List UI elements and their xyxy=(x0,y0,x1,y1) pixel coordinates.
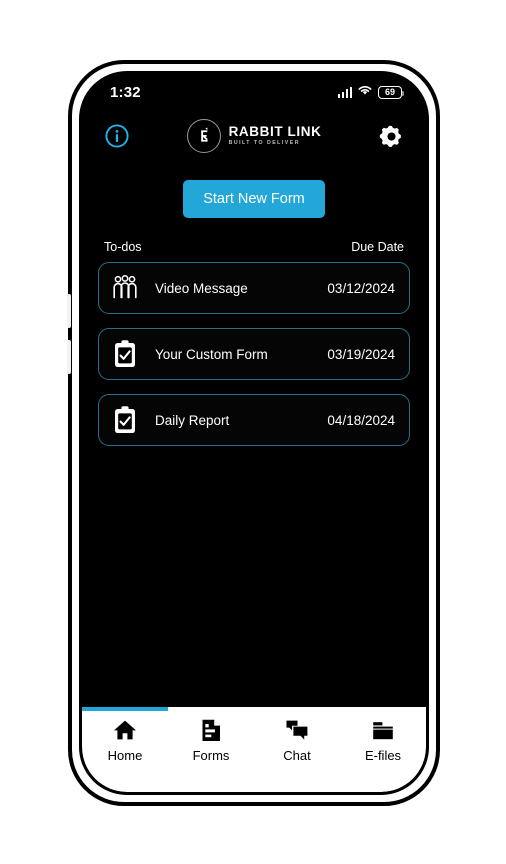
chat-bubbles-icon xyxy=(284,717,310,743)
status-time: 1:32 xyxy=(110,83,141,101)
rabbit-monogram-icon xyxy=(186,119,221,153)
phone-frame: 1:32 69 RABBIT LINK BUILT TO DELIVER Sta… xyxy=(67,60,440,806)
todo-due-date: 03/19/2024 xyxy=(327,346,395,362)
clipboard-check-icon xyxy=(109,404,141,436)
tab-home[interactable]: Home xyxy=(82,717,168,763)
tab-label-home: Home xyxy=(107,748,143,763)
due-date-column-header: Due Date xyxy=(351,240,404,254)
todo-title: Your Custom Form xyxy=(155,346,268,362)
brand-logo: RABBIT LINK BUILT TO DELIVER xyxy=(186,119,322,153)
todo-title: Daily Report xyxy=(155,412,230,428)
active-tab-indicator xyxy=(82,707,168,711)
brand-text: RABBIT LINK BUILT TO DELIVER xyxy=(229,125,322,146)
cellular-signal-icon xyxy=(337,86,352,98)
start-new-form-button[interactable]: Start New Form xyxy=(183,180,325,218)
brand-name: RABBIT LINK xyxy=(228,124,322,140)
status-indicators: 69 xyxy=(337,83,405,101)
todos-column-header: To-dos xyxy=(104,240,142,254)
document-icon xyxy=(199,717,223,743)
volume-up-button[interactable] xyxy=(67,294,71,328)
app-screen: 1:32 69 RABBIT LINK BUILT TO DELIVER Sta… xyxy=(82,74,426,792)
battery-indicator: 69 xyxy=(378,85,405,99)
folder-icon xyxy=(370,717,396,743)
battery-level: 69 xyxy=(384,86,395,97)
main-content: Start New Form To-dos Due Date Video Mes… xyxy=(82,162,426,704)
todo-item[interactable]: Video Message 03/12/2024 xyxy=(98,262,410,314)
screenshot-canvas: 1:32 69 RABBIT LINK BUILT TO DELIVER Sta… xyxy=(0,0,506,864)
todo-title: Video Message xyxy=(155,280,248,296)
todo-item[interactable]: Your Custom Form 03/19/2024 xyxy=(98,328,410,380)
start-new-form-wrap: Start New Form xyxy=(98,180,410,218)
tab-label-efiles: E-files xyxy=(364,748,402,763)
gear-icon[interactable] xyxy=(376,121,406,151)
app-header: RABBIT LINK BUILT TO DELIVER xyxy=(82,110,426,162)
tab-efiles[interactable]: E-files xyxy=(340,717,426,763)
wifi-icon xyxy=(357,83,373,101)
status-bar: 1:32 69 xyxy=(82,74,426,110)
todo-due-date: 03/12/2024 xyxy=(327,280,395,296)
brand-tagline: BUILT TO DELIVER xyxy=(228,140,300,147)
todo-list-header: To-dos Due Date xyxy=(104,240,404,254)
todo-item[interactable]: Daily Report 04/18/2024 xyxy=(98,394,410,446)
phone-bezel: 1:32 69 RABBIT LINK BUILT TO DELIVER Sta… xyxy=(79,71,429,795)
people-group-icon xyxy=(109,272,141,304)
tab-chat[interactable]: Chat xyxy=(254,717,340,763)
clipboard-check-icon xyxy=(109,338,141,370)
tab-label-forms: Forms xyxy=(192,748,230,763)
todo-due-date: 04/18/2024 xyxy=(327,412,395,428)
home-icon xyxy=(112,717,138,743)
info-circle-icon[interactable] xyxy=(102,121,132,151)
tab-forms[interactable]: Forms xyxy=(168,717,254,763)
volume-down-button[interactable] xyxy=(67,340,71,374)
bottom-navigation: Home Forms Chat E-files xyxy=(82,704,426,792)
tab-label-chat: Chat xyxy=(283,748,311,763)
